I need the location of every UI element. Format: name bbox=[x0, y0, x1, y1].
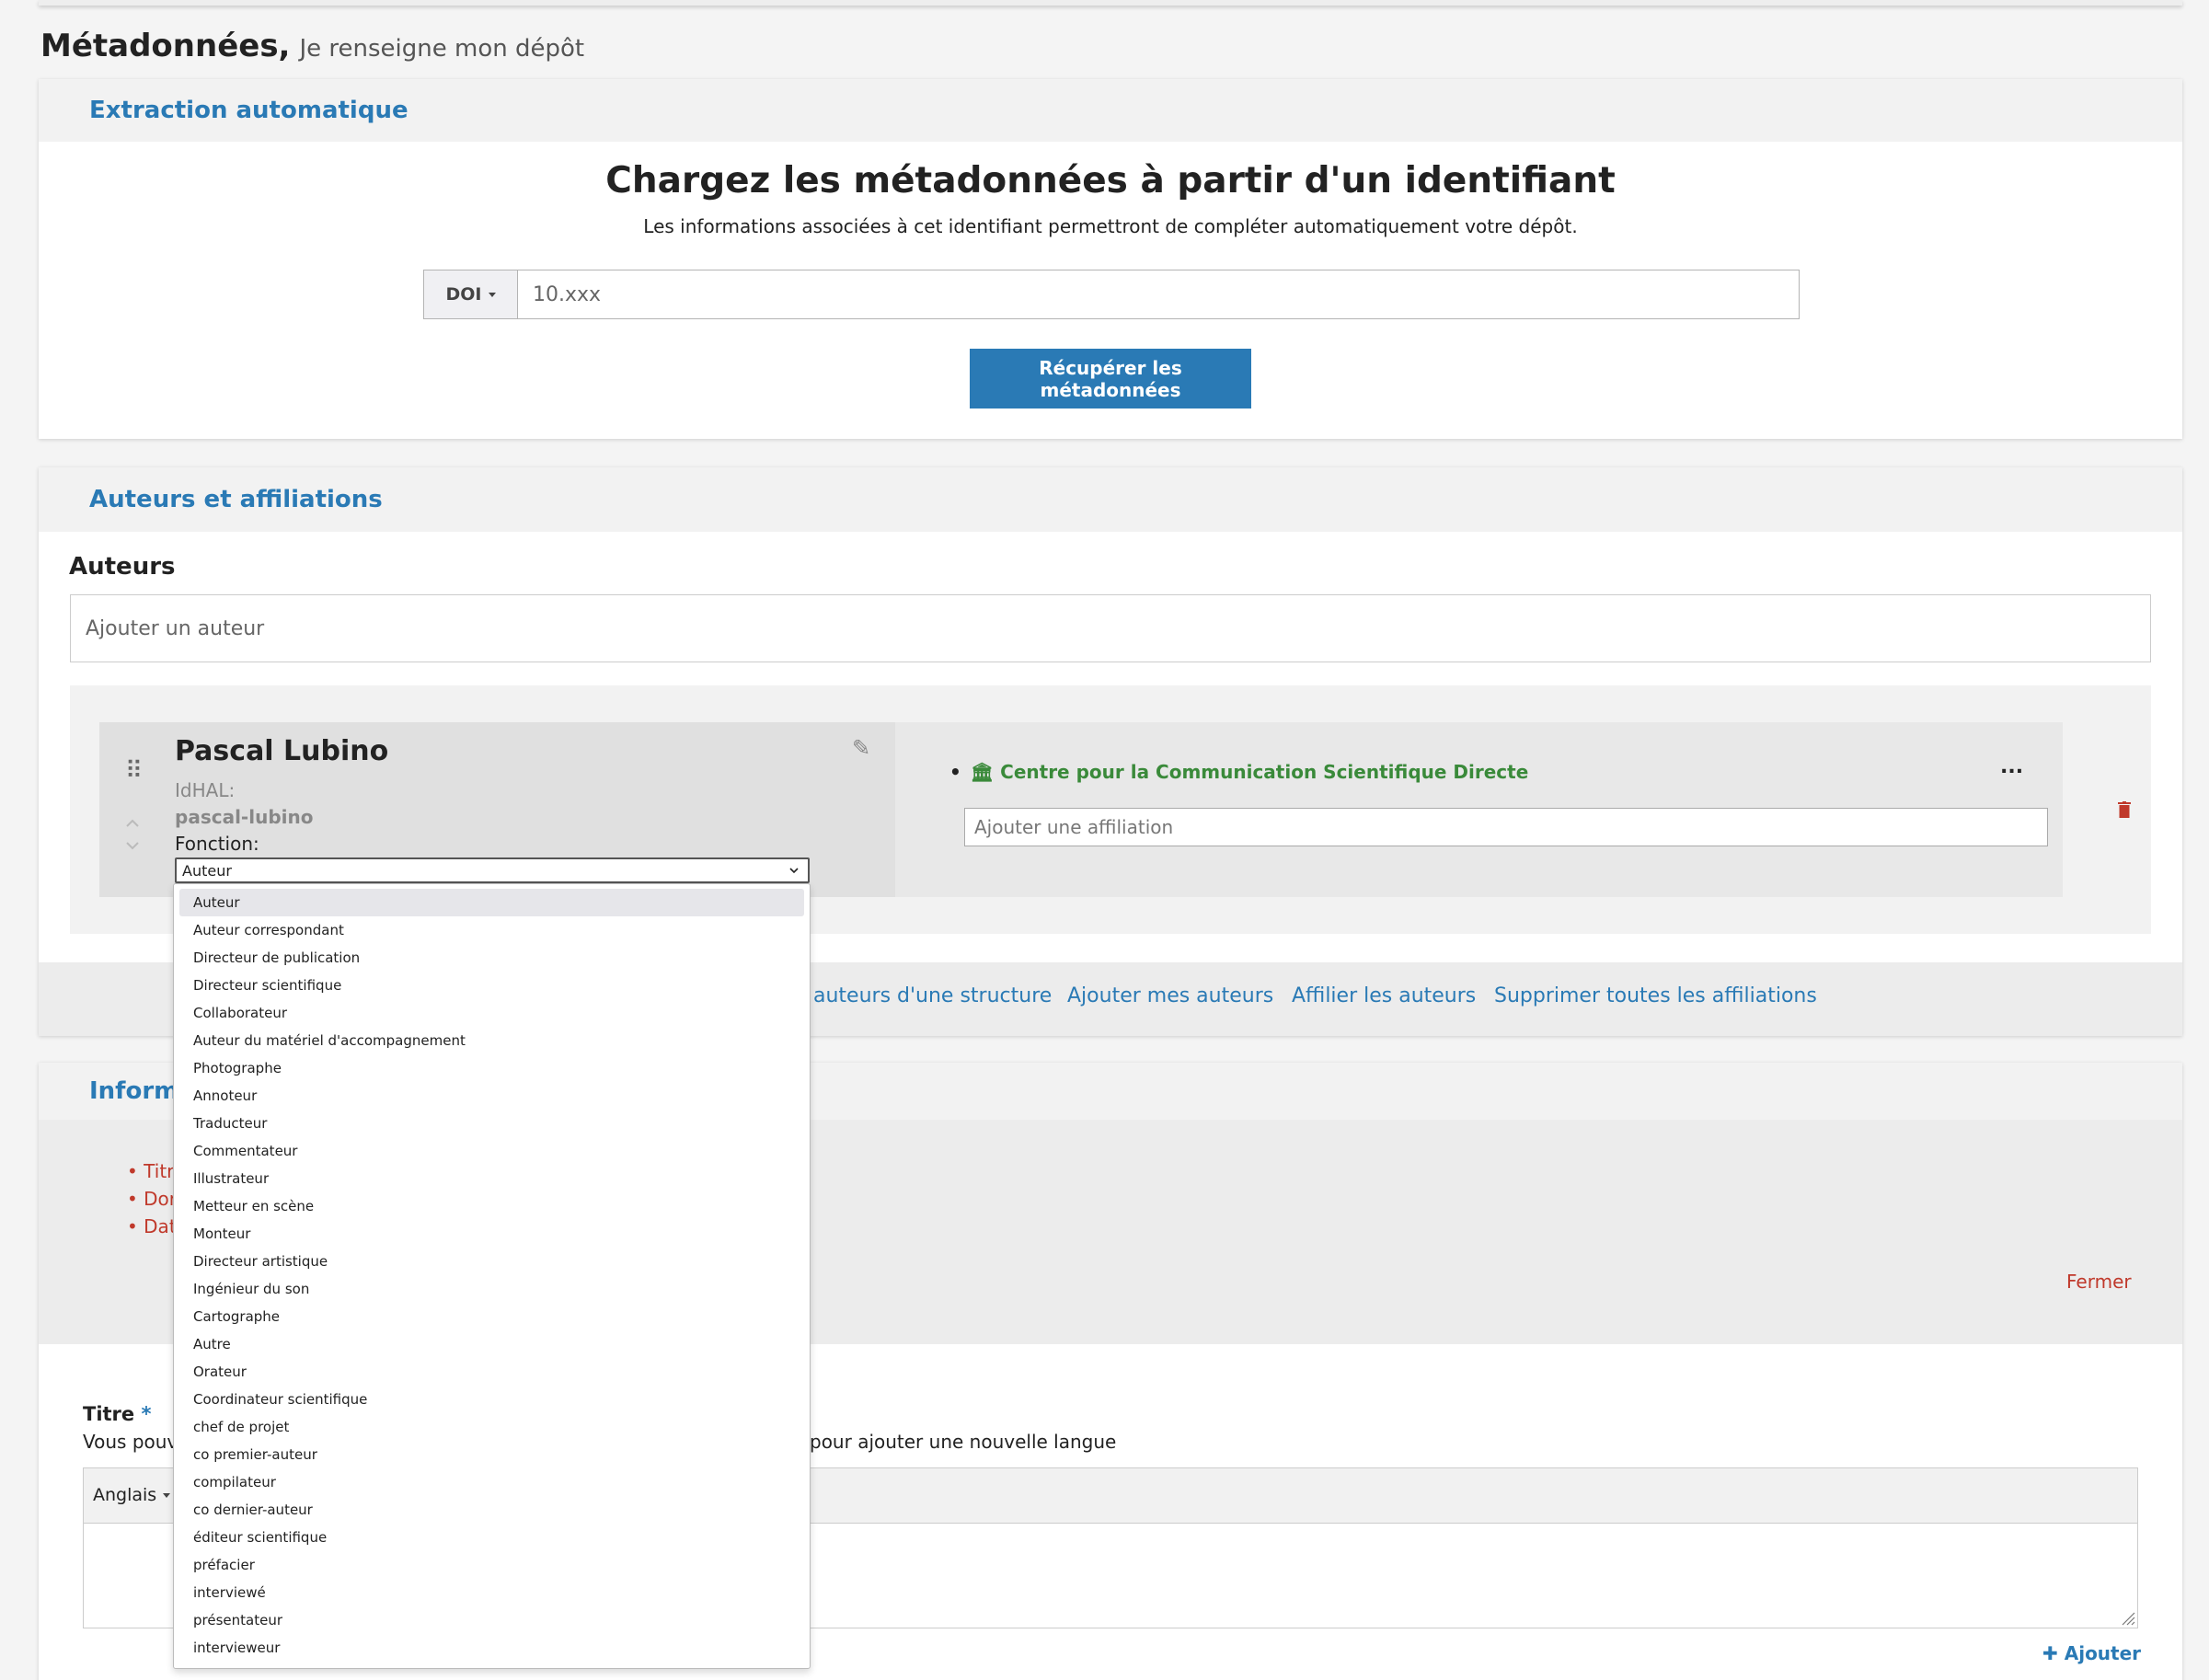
function-option[interactable]: Directeur artistique bbox=[179, 1248, 804, 1275]
affiliation-item[interactable]: • 🏛 Centre pour la Communication Scientif… bbox=[949, 761, 1528, 783]
function-option[interactable]: Metteur en scène bbox=[179, 1192, 804, 1220]
authors-header[interactable]: Auteurs et affiliations bbox=[39, 467, 2182, 532]
close-alert-link[interactable]: Fermer bbox=[2066, 1271, 2132, 1293]
add-my-authors-link[interactable]: Ajouter mes auteurs bbox=[1067, 984, 1273, 1007]
function-options-list: Auteur Auteur correspondant Directeur de p… bbox=[173, 883, 811, 1669]
author-details: ⠿ Pascal Lubino ✎ IdHAL: pascal-lubino F… bbox=[99, 722, 895, 897]
identifier-input-group: DOI bbox=[423, 270, 1800, 319]
function-option[interactable]: Directeur scientifique bbox=[179, 972, 804, 999]
idhal-label: IdHAL: bbox=[175, 779, 236, 801]
remove-all-affiliations-link[interactable]: Supprimer toutes les affiliations bbox=[1494, 984, 1817, 1007]
function-option[interactable]: co premier-auteur bbox=[179, 1441, 804, 1468]
move-down-icon[interactable] bbox=[123, 836, 142, 855]
title-field-label: Titre * bbox=[83, 1403, 152, 1425]
function-option[interactable]: co dernier-auteur bbox=[179, 1496, 804, 1524]
move-up-icon[interactable] bbox=[123, 814, 142, 833]
institution-icon: 🏛 bbox=[970, 761, 995, 783]
add-affiliation-input[interactable] bbox=[964, 808, 2048, 846]
function-option[interactable]: Photographe bbox=[179, 1054, 804, 1082]
function-label: Fonction: bbox=[175, 833, 259, 855]
function-option[interactable]: Commentateur bbox=[179, 1137, 804, 1165]
function-option[interactable]: Monteur bbox=[179, 1220, 804, 1248]
function-selected-value: Auteur bbox=[182, 861, 232, 880]
function-option[interactable]: Illustrateur bbox=[179, 1165, 804, 1192]
language-dropdown[interactable]: Anglais bbox=[93, 1485, 171, 1505]
plus-icon: ✚ bbox=[2042, 1642, 2058, 1664]
extraction-card: Extraction automatique Chargez les métad… bbox=[39, 79, 2182, 439]
add-author-input[interactable] bbox=[70, 594, 2151, 662]
caret-down-icon bbox=[488, 292, 496, 297]
idhal-value: pascal-lubino bbox=[175, 806, 314, 828]
function-option[interactable]: Autre bbox=[179, 1330, 804, 1358]
top-bar bbox=[39, 0, 2182, 6]
function-option[interactable]: Coordinateur scientifique bbox=[179, 1386, 804, 1413]
required-marker: * bbox=[141, 1403, 152, 1425]
page-title: Métadonnées, bbox=[40, 28, 291, 64]
function-option[interactable]: compilateur bbox=[179, 1468, 804, 1496]
function-option[interactable]: Auteur du matériel d'accompagnement bbox=[179, 1027, 804, 1054]
function-option[interactable]: Annoteur bbox=[179, 1082, 804, 1110]
identifier-input[interactable] bbox=[518, 270, 1799, 318]
drag-handle-icon[interactable]: ⠿ bbox=[125, 757, 143, 785]
function-option[interactable]: interviewé bbox=[179, 1579, 804, 1606]
alert-item: • Titr bbox=[127, 1160, 175, 1182]
function-option[interactable]: Ingénieur du son bbox=[179, 1275, 804, 1303]
page-heading: Métadonnées, Je renseigne mon dépôt bbox=[40, 28, 584, 70]
author-item: ⠿ Pascal Lubino ✎ IdHAL: pascal-lubino F… bbox=[99, 722, 2063, 897]
alert-item: • Dor bbox=[127, 1188, 178, 1210]
function-option[interactable]: chef de projet bbox=[179, 1413, 804, 1441]
authors-label: Auteurs bbox=[69, 553, 176, 581]
function-select[interactable]: Auteur bbox=[175, 857, 810, 883]
function-option[interactable]: Auteur correspondant bbox=[179, 916, 804, 944]
caret-down-icon bbox=[163, 1493, 171, 1498]
function-option[interactable]: Cartographe bbox=[179, 1303, 804, 1330]
chevron-down-icon bbox=[789, 868, 799, 874]
function-option[interactable]: intervieweur bbox=[179, 1634, 804, 1662]
function-option[interactable]: Auteur bbox=[179, 889, 804, 916]
function-option[interactable]: Collaborateur bbox=[179, 999, 804, 1027]
function-option[interactable]: Traducteur bbox=[179, 1110, 804, 1137]
pencil-icon[interactable]: ✎ bbox=[852, 735, 870, 761]
affiliate-authors-link[interactable]: Affilier les auteurs bbox=[1292, 984, 1476, 1007]
extraction-description: Les informations associées à cet identif… bbox=[643, 215, 1578, 237]
title-field-help: Vous pouv pour ajouter une nouvelle langu… bbox=[83, 1431, 1117, 1453]
function-option[interactable]: Directeur de publication bbox=[179, 944, 804, 972]
bullet: • bbox=[949, 761, 961, 783]
function-option[interactable]: Orateur bbox=[179, 1358, 804, 1386]
identifier-type-dropdown[interactable]: DOI bbox=[424, 270, 518, 318]
extraction-header[interactable]: Extraction automatique bbox=[39, 79, 2182, 142]
function-option[interactable]: préfacier bbox=[179, 1551, 804, 1579]
add-title-button[interactable]: ✚ Ajouter bbox=[2042, 1642, 2141, 1664]
identifier-type-label: DOI bbox=[445, 284, 482, 305]
trash-icon[interactable] bbox=[2118, 801, 2131, 818]
page-subtitle: Je renseigne mon dépôt bbox=[299, 35, 585, 63]
add-structure-authors-link[interactable]: auteurs d'une structure bbox=[813, 984, 1052, 1007]
extraction-title: Chargez les métadonnées à partir d'un id… bbox=[605, 160, 1616, 201]
function-option[interactable]: présentateur bbox=[179, 1606, 804, 1634]
fetch-metadata-button[interactable]: Récupérer les métadonnées bbox=[970, 349, 1251, 408]
alert-item: • Dat bbox=[127, 1215, 177, 1237]
resize-handle-icon[interactable] bbox=[2119, 1609, 2135, 1626]
author-name: Pascal Lubino bbox=[175, 735, 389, 767]
affiliation-more-button[interactable]: ... bbox=[2000, 755, 2023, 778]
function-option[interactable]: éditeur scientifique bbox=[179, 1524, 804, 1551]
affiliation-name: Centre pour la Communication Scientifiqu… bbox=[1000, 761, 1529, 783]
